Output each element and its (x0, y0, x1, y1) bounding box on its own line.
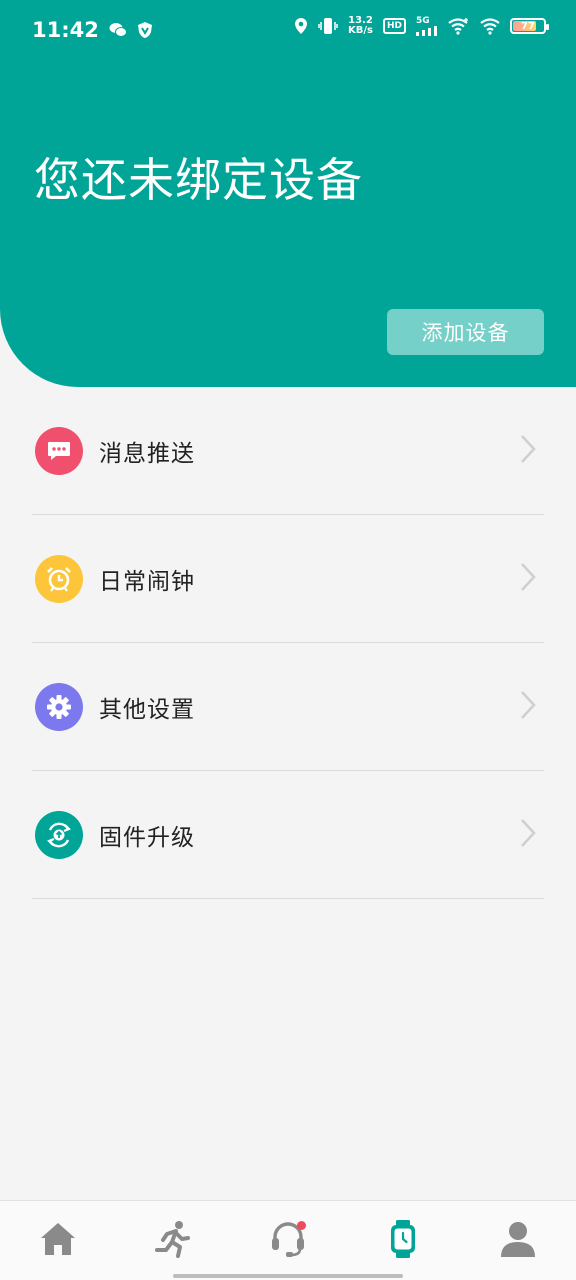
menu-item-label: 日常闹钟 (99, 568, 195, 595)
menu-item-label: 其他设置 (99, 696, 195, 723)
wifi-icon (480, 17, 500, 35)
wifi-plus-icon (448, 17, 470, 35)
nav-device[interactable] (383, 1219, 423, 1263)
battery-level: 77 (521, 20, 535, 32)
nav-service[interactable] (268, 1221, 308, 1261)
chevron-right-icon (520, 818, 536, 852)
alarm-clock-icon (35, 554, 83, 603)
home-icon (39, 1221, 77, 1261)
nav-sport[interactable] (153, 1221, 193, 1261)
menu-item-message-push[interactable]: 消息推送 (32, 387, 544, 515)
watch-icon (388, 1219, 418, 1263)
settings-menu: 消息推送 日常闹钟 其他设置 固件升级 (32, 387, 544, 899)
nav-profile[interactable] (498, 1221, 538, 1261)
cellular-signal-icon: 5G (416, 15, 438, 36)
bottom-navigation (0, 1200, 576, 1280)
battery-icon: 77 (510, 18, 549, 34)
running-icon (154, 1220, 192, 1262)
signal-5g-label: 5G (416, 15, 430, 26)
chevron-right-icon (520, 434, 536, 468)
profile-icon (499, 1220, 537, 1262)
menu-item-label: 固件升级 (99, 824, 195, 851)
vibrate-icon (318, 17, 338, 35)
header-banner: 11:42 13.2 KB/s HD 5G 77 您还未绑定设备 添加设备 (0, 0, 576, 387)
status-time: 11:42 (32, 18, 99, 42)
add-device-button[interactable]: 添加设备 (387, 309, 544, 355)
firmware-upgrade-icon (35, 810, 83, 859)
menu-item-other-settings[interactable]: 其他设置 (32, 643, 544, 771)
wechat-icon (109, 22, 127, 38)
location-icon (294, 17, 308, 35)
vpn-shield-icon (137, 21, 153, 39)
home-indicator[interactable] (173, 1274, 403, 1278)
network-speed-unit: KB/s (348, 25, 373, 36)
chevron-right-icon (520, 562, 536, 596)
menu-item-firmware-upgrade[interactable]: 固件升级 (32, 771, 544, 899)
menu-item-label: 消息推送 (99, 440, 195, 467)
gear-icon (35, 682, 83, 731)
status-bar: 11:42 13.2 KB/s HD 5G 77 (0, 0, 576, 60)
chevron-right-icon (520, 690, 536, 724)
nav-home[interactable] (38, 1221, 78, 1261)
message-icon (35, 426, 83, 475)
network-speed: 13.2 KB/s (348, 16, 373, 36)
hd-badge: HD (382, 18, 406, 34)
menu-item-daily-alarm[interactable]: 日常闹钟 (32, 515, 544, 643)
notification-badge (297, 1221, 306, 1230)
page-title: 您还未绑定设备 (34, 153, 363, 207)
